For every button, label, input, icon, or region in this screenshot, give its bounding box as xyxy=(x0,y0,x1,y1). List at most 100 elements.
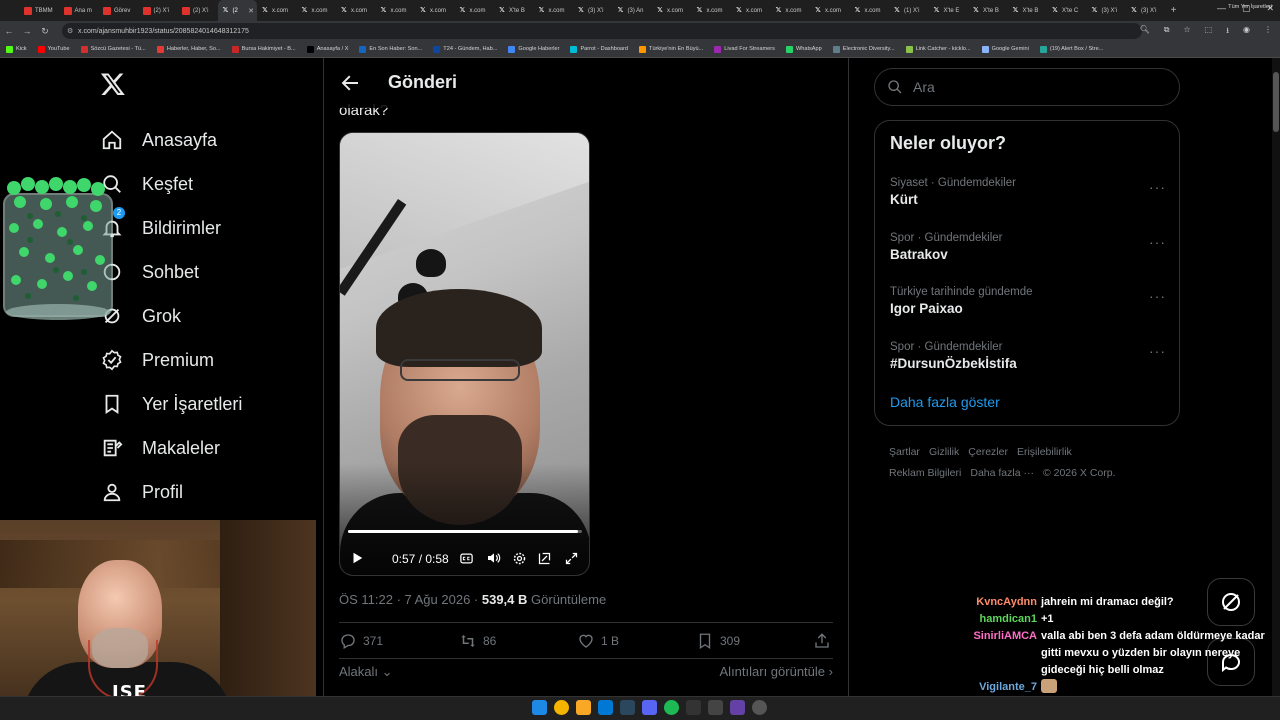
footer-link[interactable]: © 2026 X Corp. xyxy=(1043,467,1116,479)
more-options-icon[interactable]: ··· xyxy=(1149,288,1166,304)
play-icon[interactable] xyxy=(348,549,366,567)
start-icon[interactable] xyxy=(532,700,547,715)
browser-tab[interactable]: 𝕏x.com xyxy=(731,0,771,21)
bookmark-item[interactable]: WhatsApp xyxy=(785,45,822,53)
app-icon[interactable] xyxy=(730,700,745,715)
browser-tab[interactable]: 𝕏 X'te C xyxy=(1047,0,1087,21)
chrome-icon[interactable] xyxy=(554,700,569,715)
browser-tab[interactable]: 𝕏 X'te B xyxy=(1008,0,1048,21)
browser-tab[interactable]: 𝕏 (3) X'i xyxy=(573,0,613,21)
forward-nav-icon[interactable]: → xyxy=(18,26,36,36)
browser-tab[interactable]: (2) X'i xyxy=(178,0,218,21)
bookmark-item[interactable]: YouTube xyxy=(37,45,70,53)
browser-tab[interactable]: (2) X'i xyxy=(139,0,179,21)
bookmark-item[interactable]: Parrot - Dashboard xyxy=(570,45,628,53)
obs-icon[interactable] xyxy=(708,700,723,715)
bookmark-item[interactable]: Google Gemini xyxy=(981,45,1029,53)
browser-tab[interactable]: 𝕏 X'te B xyxy=(968,0,1008,21)
browser-tab[interactable]: 𝕏x.com xyxy=(810,0,850,21)
browser-tab[interactable]: 𝕏x.com xyxy=(297,0,337,21)
browser-tab[interactable]: 𝕏x.com xyxy=(376,0,416,21)
sidebar-item[interactable]: Makaleler xyxy=(100,426,242,470)
footer-link[interactable]: Reklam Bilgileri xyxy=(889,467,961,479)
browser-tab[interactable]: 𝕏x.com xyxy=(415,0,455,21)
bookmark-item[interactable]: Haberler, Haber, So... xyxy=(156,45,221,53)
browser-tab[interactable]: 𝕏x.com xyxy=(692,0,732,21)
browser-tab[interactable]: Görev xyxy=(99,0,139,21)
tab-close-icon[interactable]: ✕ xyxy=(248,7,254,15)
bookmark-item[interactable]: Sözcü Gazetesi - Tü... xyxy=(80,45,146,53)
browser-tab[interactable]: TBMM xyxy=(20,0,60,21)
browser-tab[interactable]: 𝕏 X'te B xyxy=(494,0,534,21)
browser-tab[interactable]: 𝕏x.com xyxy=(257,0,297,21)
profile-icon[interactable]: ◉ xyxy=(1243,25,1250,39)
related-toggle[interactable]: Alakalı ⌄ xyxy=(339,664,393,680)
settings-gear-icon[interactable] xyxy=(510,549,528,567)
browser-tab[interactable]: 𝕏x.com xyxy=(771,0,811,21)
sidebar-item[interactable]: Premium xyxy=(100,338,242,382)
downloads-icon[interactable]: ⭳ xyxy=(1226,25,1229,39)
folder-icon[interactable] xyxy=(576,700,591,715)
browser-tab[interactable]: 𝕏 X'te E xyxy=(929,0,969,21)
bookmark-item[interactable]: Link Catcher - kicklo... xyxy=(905,45,971,53)
epic-icon[interactable] xyxy=(686,700,701,715)
x-logo-icon[interactable] xyxy=(100,71,126,97)
browser-tab[interactable]: 𝕏x.com xyxy=(455,0,495,21)
trend-item[interactable]: Spor · Gündemdekiler Batrakov ··· xyxy=(890,232,1166,282)
minimize-icon[interactable]: — xyxy=(1217,3,1226,14)
bookmark-item[interactable]: Anasayfa / X xyxy=(306,45,348,53)
browser-tab[interactable]: 𝕏 (1) X'i xyxy=(889,0,929,21)
sidebar-item[interactable]: Sohbet xyxy=(100,250,242,294)
cast-icon[interactable]: ⧉ xyxy=(1164,25,1170,39)
view-quotes-link[interactable]: Alıntıları görüntüle › xyxy=(720,664,833,679)
footer-link[interactable]: Erişilebilirlik xyxy=(1017,446,1072,458)
footer-link[interactable]: Gizlilik xyxy=(929,446,959,458)
browser-tab[interactable]: 𝕏x.com xyxy=(336,0,376,21)
steam-icon[interactable] xyxy=(620,700,635,715)
browser-tab[interactable]: 𝕏x.com xyxy=(850,0,890,21)
star-icon[interactable]: ☆ xyxy=(1183,25,1190,39)
bookmark-button[interactable]: 309 xyxy=(696,632,740,650)
footer-link[interactable]: Daha fazla ··· xyxy=(970,467,1034,479)
more-options-icon[interactable]: ··· xyxy=(1149,179,1166,195)
video-player[interactable]: 0:57 / 0:58 xyxy=(339,132,590,576)
spotify-icon[interactable] xyxy=(664,700,679,715)
volume-icon[interactable] xyxy=(485,549,503,567)
share-button[interactable] xyxy=(813,632,831,650)
browser-tab[interactable]: 𝕏x.com xyxy=(652,0,692,21)
menu-icon[interactable]: ⋮ xyxy=(1264,25,1272,39)
bookmark-item[interactable]: T24 - Gündem, Hab... xyxy=(433,45,497,53)
page-scrollbar-thumb[interactable] xyxy=(1273,72,1279,132)
back-nav-icon[interactable]: ← xyxy=(0,26,18,36)
browser-tab[interactable]: 𝕏 (2 ✕ xyxy=(217,0,257,21)
url-field[interactable]: ⚙ x.com/ajansmuhbir1923/status/208582401… xyxy=(62,23,1142,39)
browser-tab[interactable]: Ana m xyxy=(60,0,100,21)
site-info-icon[interactable]: ⚙ xyxy=(67,27,73,35)
sidebar-item[interactable]: Keşfet xyxy=(100,162,242,206)
captions-icon[interactable] xyxy=(457,549,475,567)
pip-icon[interactable] xyxy=(535,549,553,567)
reload-icon[interactable]: ↻ xyxy=(36,26,54,37)
fullscreen-icon[interactable] xyxy=(562,549,580,567)
app-icon[interactable] xyxy=(752,700,767,715)
page-scrollbar[interactable] xyxy=(1272,58,1280,720)
more-options-icon[interactable]: ··· xyxy=(1149,343,1166,359)
discord-icon[interactable] xyxy=(642,700,657,715)
bookmark-item[interactable]: Google Haberler xyxy=(508,45,559,53)
reply-button[interactable]: 371 xyxy=(339,632,383,650)
more-options-icon[interactable]: ··· xyxy=(1149,234,1166,250)
bookmark-item[interactable]: Türkiye'nin En Büyü... xyxy=(639,45,703,53)
all-bookmarks-link[interactable]: Tüm Yer İşaretleri xyxy=(1228,4,1272,10)
bookmark-item[interactable]: Bursa Hakimiyet - B... xyxy=(231,45,296,53)
trend-item[interactable]: Siyaset · Gündemdekiler Kürt ··· xyxy=(890,177,1166,227)
bookmark-item[interactable]: Electronic Diversity... xyxy=(832,45,895,53)
new-tab-icon[interactable]: + xyxy=(1166,5,1182,16)
bookmark-item[interactable]: En Son Haber: Son... xyxy=(359,45,422,53)
edge-icon[interactable] xyxy=(598,700,613,715)
video-progress-bar[interactable] xyxy=(348,530,582,533)
trend-item[interactable]: Spor · Gündemdekiler #DursunÖzbekİstifa ··… xyxy=(890,341,1166,391)
sidebar-item[interactable]: Yer İşaretleri xyxy=(100,382,242,426)
post-timestamp[interactable]: ÖS 11:22 · 7 Ağu 2026 · xyxy=(339,592,482,607)
browser-tab[interactable]: 𝕏 (3) X'i xyxy=(1126,0,1166,21)
sidebar-item[interactable]: Anasayfa xyxy=(100,118,242,162)
